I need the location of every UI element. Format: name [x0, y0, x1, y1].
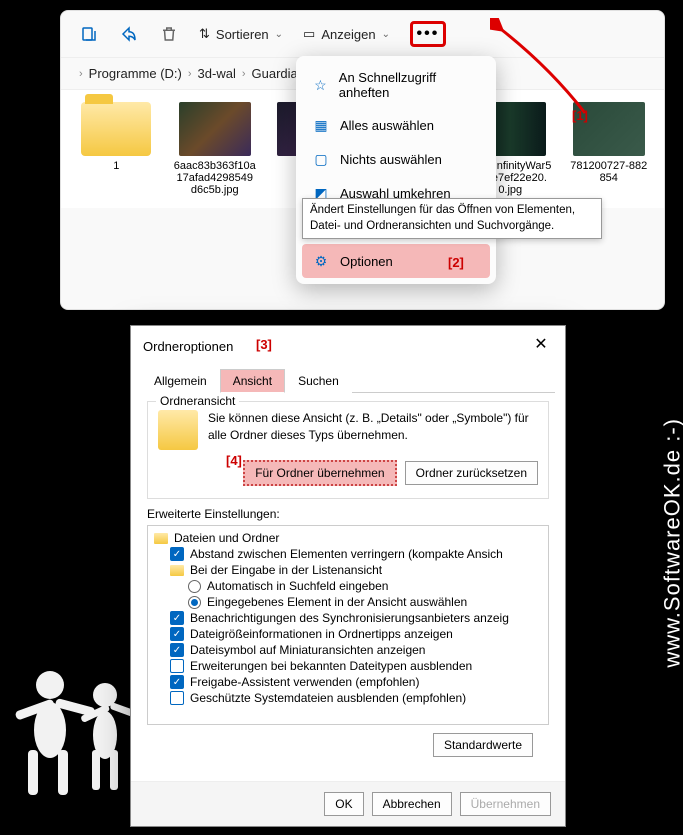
- breadcrumb-item[interactable]: Guardia: [252, 66, 298, 81]
- context-menu: ☆ An Schnellzugriff anheften ▦ Alles aus…: [296, 56, 496, 284]
- close-button[interactable]: ✕: [529, 334, 553, 358]
- checkbox-icon[interactable]: ✓: [170, 691, 184, 705]
- chevron-right-icon: ›: [242, 68, 246, 80]
- advanced-tree[interactable]: Dateien und Ordner ✓Abstand zwischen Ele…: [147, 525, 549, 725]
- cancel-button[interactable]: Abbrechen: [372, 792, 452, 816]
- radio-icon[interactable]: [188, 580, 201, 593]
- folder-icon: [158, 410, 198, 450]
- tree-item[interactable]: ✓Dateisymbol auf Miniaturansichten anzei…: [152, 642, 544, 658]
- menu-pin-quickaccess[interactable]: ☆ An Schnellzugriff anheften: [302, 62, 490, 108]
- chevron-right-icon: ›: [79, 68, 83, 80]
- view-button[interactable]: ▭ Anzeigen ⌄: [303, 26, 390, 42]
- tree-item[interactable]: ✓Erweiterungen bei bekannten Dateitypen …: [152, 658, 544, 674]
- pin-icon: ☆: [312, 76, 329, 94]
- file-item[interactable]: 781200727-882854: [568, 102, 651, 196]
- watermark-text: www.SoftwareOK.de :-): [660, 418, 683, 668]
- file-label: 6aac83b363f10a17afad4298549d6c5b.jpg: [174, 160, 257, 196]
- reset-folders-button[interactable]: Ordner zurücksetzen: [405, 461, 538, 485]
- folder-icon: [170, 565, 184, 576]
- tree-item[interactable]: ✓Dateigrößeinformationen in Ordnertipps …: [152, 626, 544, 642]
- defaults-button[interactable]: Standardwerte: [433, 733, 533, 757]
- groupbox-text: Sie können diese Ansicht (z. B. „Details…: [208, 410, 538, 444]
- tree-item[interactable]: Eingegebenes Element in der Ansicht ausw…: [152, 594, 544, 610]
- tooltip: Ändert Einstellungen für das Öffnen von …: [302, 198, 602, 239]
- folder-item[interactable]: 1: [75, 102, 158, 196]
- tab-general[interactable]: Allgemein: [141, 369, 220, 393]
- options-icon: ⚙: [312, 252, 330, 270]
- menu-label: Nichts auswählen: [340, 152, 442, 167]
- tree-root: Dateien und Ordner: [152, 530, 544, 546]
- file-label: 1: [113, 160, 119, 172]
- menu-label: Alles auswählen: [340, 118, 434, 133]
- tab-strip: Allgemein Ansicht Suchen: [141, 368, 555, 393]
- tree-item[interactable]: ✓Abstand zwischen Elementen verringern (…: [152, 546, 544, 562]
- tree-item: Bei der Eingabe in der Listenansicht: [152, 562, 544, 578]
- delete-icon[interactable]: [159, 24, 179, 44]
- tab-view[interactable]: Ansicht: [220, 369, 285, 393]
- menu-select-none[interactable]: ▢ Nichts auswählen: [302, 142, 490, 176]
- groupbox-legend: Ordneransicht: [156, 394, 239, 408]
- tree-item[interactable]: ✓Freigabe-Assistent verwenden (empfohlen…: [152, 674, 544, 690]
- file-label: 781200727-882854: [568, 160, 651, 184]
- view-label: Anzeigen: [321, 27, 375, 42]
- checkbox-icon[interactable]: ✓: [170, 643, 184, 657]
- dialog-titlebar: Ordneroptionen ✕: [131, 326, 565, 366]
- breadcrumb-item[interactable]: 3d-wal: [198, 66, 236, 81]
- menu-label: An Schnellzugriff anheften: [339, 70, 480, 100]
- breadcrumb-item[interactable]: Programme (D:): [89, 66, 182, 81]
- menu-select-all[interactable]: ▦ Alles auswählen: [302, 108, 490, 142]
- advanced-label: Erweiterte Einstellungen:: [147, 507, 549, 521]
- tree-item[interactable]: ✓Geschützte Systemdateien ausblenden (em…: [152, 690, 544, 706]
- toolbar: ⇅ Sortieren ⌄ ▭ Anzeigen ⌄ •••: [61, 11, 664, 58]
- menu-options[interactable]: ⚙ Optionen: [302, 244, 490, 278]
- tab-search[interactable]: Suchen: [285, 369, 352, 393]
- apply-to-folders-button[interactable]: Für Ordner übernehmen: [243, 460, 396, 486]
- chevron-down-icon: ⌄: [275, 29, 283, 40]
- folder-icon: [154, 533, 168, 544]
- dialog-footer: OK Abbrechen Übernehmen: [131, 781, 565, 826]
- radio-icon[interactable]: [188, 596, 201, 609]
- ok-button[interactable]: OK: [324, 792, 363, 816]
- dialog-body: Ordneransicht Sie können diese Ansicht (…: [131, 393, 565, 765]
- view-icon: ▭: [303, 26, 315, 42]
- file-item[interactable]: 6aac83b363f10a17afad4298549d6c5b.jpg: [174, 102, 257, 196]
- sort-icon: ⇅: [199, 26, 210, 42]
- select-none-icon: ▢: [312, 150, 330, 168]
- sort-button[interactable]: ⇅ Sortieren ⌄: [199, 26, 283, 42]
- groupbox-folderview: Ordneransicht Sie können diese Ansicht (…: [147, 401, 549, 499]
- chevron-right-icon: ›: [188, 68, 192, 80]
- image-thumbnail: [573, 102, 645, 156]
- new-icon[interactable]: [79, 24, 99, 44]
- folder-options-dialog: Ordneroptionen ✕ Allgemein Ansicht Suche…: [130, 325, 566, 827]
- menu-label: Optionen: [340, 254, 393, 269]
- select-all-icon: ▦: [312, 116, 330, 134]
- chevron-down-icon: ⌄: [382, 29, 390, 40]
- sort-label: Sortieren: [216, 27, 269, 42]
- tree-item[interactable]: Automatisch in Suchfeld eingeben: [152, 578, 544, 594]
- checkbox-icon[interactable]: ✓: [170, 627, 184, 641]
- folder-icon: [81, 102, 151, 156]
- checkbox-icon[interactable]: ✓: [170, 611, 184, 625]
- tree-item[interactable]: ✓Benachrichtigungen des Synchronisierung…: [152, 610, 544, 626]
- share-icon[interactable]: [119, 24, 139, 44]
- dialog-title: Ordneroptionen: [143, 339, 233, 354]
- apply-button[interactable]: Übernehmen: [460, 792, 551, 816]
- image-thumbnail: [179, 102, 251, 156]
- checkbox-icon[interactable]: ✓: [170, 675, 184, 689]
- checkbox-icon[interactable]: ✓: [170, 659, 184, 673]
- more-button[interactable]: •••: [410, 21, 446, 47]
- checkbox-icon[interactable]: ✓: [170, 547, 184, 561]
- watermark-figure: [10, 655, 150, 815]
